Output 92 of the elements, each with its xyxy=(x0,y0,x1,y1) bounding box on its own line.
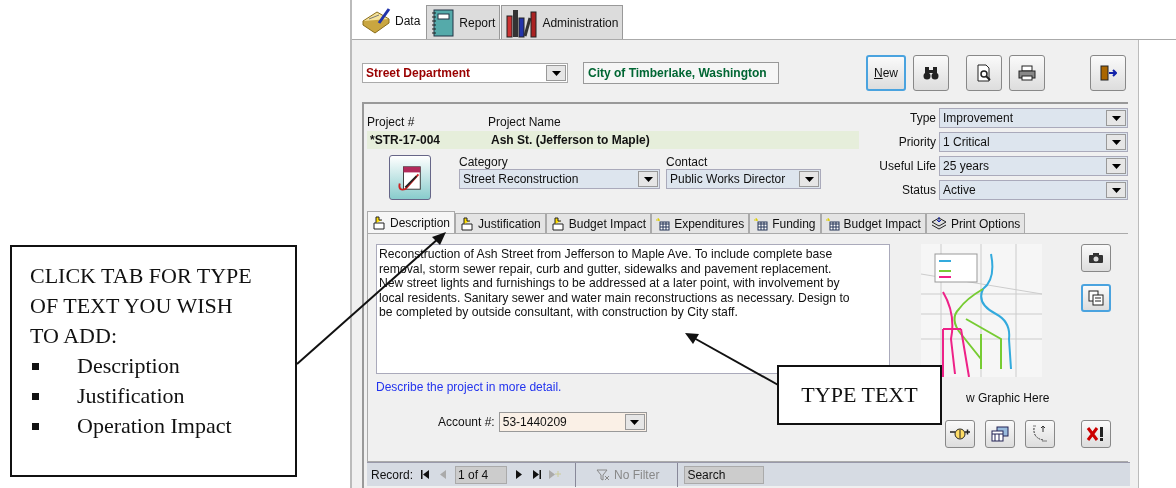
new-button[interactable]: New xyxy=(866,55,906,91)
calendar-star-icon xyxy=(656,216,671,231)
copy-button[interactable] xyxy=(1081,284,1111,312)
notebook-icon xyxy=(431,8,456,37)
page-magnifier-icon xyxy=(976,64,992,82)
caret-icon xyxy=(630,419,640,425)
dropdown-button[interactable] xyxy=(1106,134,1126,150)
attribute-label: Status xyxy=(900,183,936,197)
category-dropdown[interactable]: Street Reconstruction xyxy=(459,169,660,189)
attribute-label: Priority xyxy=(897,135,936,149)
bullet-icon xyxy=(32,392,39,400)
dropdown-button[interactable] xyxy=(1106,110,1126,126)
project-number-label: Project # xyxy=(367,115,416,129)
attribute-dropdown[interactable]: Improvement xyxy=(939,108,1128,128)
account-label: Account #: xyxy=(438,415,495,429)
detail-tab[interactable]: Funding xyxy=(749,213,821,233)
exit-button[interactable] xyxy=(1090,55,1126,91)
funnel-off-icon xyxy=(596,468,611,481)
stack-icon xyxy=(930,216,947,231)
swap-button[interactable] xyxy=(1025,420,1055,448)
calendar-star-icon xyxy=(754,216,769,231)
caret-icon xyxy=(1111,139,1121,145)
detail-tab[interactable]: Expenditures xyxy=(651,213,750,233)
detail-tab[interactable]: Justification xyxy=(455,213,546,233)
main-tab[interactable]: Report xyxy=(426,5,501,39)
delete-button[interactable] xyxy=(1081,420,1111,448)
bullet-icon xyxy=(32,422,39,430)
caret-icon xyxy=(1111,115,1121,121)
attribute-label: Type xyxy=(909,111,936,125)
copy-icon xyxy=(1088,290,1104,306)
door-exit-icon xyxy=(1099,64,1117,82)
callout-item: Description xyxy=(77,353,180,379)
search-field[interactable]: Search xyxy=(684,465,765,484)
pin-page-icon xyxy=(550,216,565,231)
project-name-field[interactable]: Ash St. (Jefferson to Maple) xyxy=(488,131,859,149)
record-label: Record: xyxy=(371,467,414,482)
swap-arrows-icon xyxy=(1031,424,1049,444)
callout-title: TYPE TEXT xyxy=(801,382,918,408)
print-button[interactable] xyxy=(1009,55,1045,91)
project-name-label: Project Name xyxy=(488,115,562,129)
detail-tab[interactable]: Print Options xyxy=(925,213,1026,233)
camera-icon xyxy=(1088,252,1104,264)
last-record-icon[interactable] xyxy=(531,467,544,482)
calendar-star-icon xyxy=(825,216,840,231)
first-record-icon[interactable] xyxy=(419,467,432,482)
binoculars-icon xyxy=(923,66,939,80)
hint-text: Describe the project in more detail. xyxy=(376,380,563,394)
preview-button[interactable] xyxy=(966,55,1002,91)
windows-icon xyxy=(991,426,1009,442)
dropdown-button[interactable] xyxy=(1106,182,1126,198)
attribute-dropdown[interactable]: 1 Critical xyxy=(939,132,1128,152)
record-position-field[interactable]: 1 of 4 xyxy=(455,465,508,484)
dropdown-button[interactable] xyxy=(546,65,566,81)
pin-page-icon xyxy=(372,215,386,230)
attribute-label: Useful Life xyxy=(878,159,936,173)
account-dropdown[interactable]: 53-1440209 xyxy=(498,412,647,432)
books-icon xyxy=(506,7,539,38)
dropdown-button[interactable] xyxy=(799,171,819,187)
caret-icon xyxy=(551,70,561,76)
pin-page-icon xyxy=(460,216,475,231)
caret-icon xyxy=(804,176,814,182)
caret-icon xyxy=(1111,187,1121,193)
city-field: City of Timberlake, Washington xyxy=(583,62,779,84)
graphic-caption: w Graphic Here xyxy=(966,391,1051,405)
project-number-field[interactable]: *STR-17-004 xyxy=(367,131,488,149)
printer-icon xyxy=(1018,65,1036,81)
find-button[interactable] xyxy=(913,55,949,91)
callout-item: Justification xyxy=(77,383,185,409)
dropdown-button[interactable] xyxy=(638,171,658,187)
callout-title: CLICK TAB FOR TYPE OF TEXT YOU WISH TO ADD: xyxy=(30,262,253,350)
book-pen-icon xyxy=(361,6,391,35)
detail-tab[interactable]: Budget Impact xyxy=(820,213,926,233)
forms-button[interactable] xyxy=(985,420,1015,448)
caret-icon xyxy=(1111,163,1121,169)
department-dropdown[interactable]: Street Department xyxy=(362,63,568,83)
caret-icon xyxy=(643,176,653,182)
contact-label: Contact xyxy=(666,155,709,169)
delete-mark-icon xyxy=(1086,426,1106,442)
contact-dropdown[interactable]: Public Works Director xyxy=(666,169,821,189)
main-tab[interactable]: Administration xyxy=(501,5,624,39)
budget-button[interactable] xyxy=(945,420,975,448)
detail-tab[interactable]: Description xyxy=(367,211,456,233)
attribute-dropdown[interactable]: Active xyxy=(939,180,1128,200)
category-label: Category xyxy=(459,155,509,169)
bullet-icon xyxy=(32,362,39,370)
detail-tab[interactable]: Budget Impact xyxy=(545,213,652,233)
dropdown-button[interactable] xyxy=(1106,158,1126,174)
dropdown-button[interactable] xyxy=(624,414,645,430)
camera-button[interactable] xyxy=(1081,244,1111,272)
notepad-button[interactable] xyxy=(389,155,431,200)
callout-item: Operation Impact xyxy=(77,413,232,439)
attribute-dropdown[interactable]: 25 years xyxy=(939,156,1128,176)
